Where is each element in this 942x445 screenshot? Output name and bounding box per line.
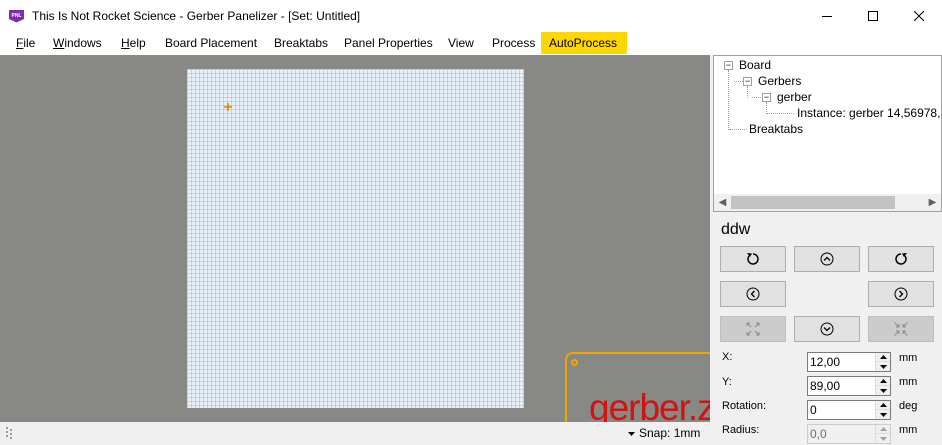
rotate-ccw-icon: [747, 253, 759, 265]
panel-canvas[interactable]: gerber.z: [0, 55, 710, 422]
menu-bar: File Windows Help Board Placement Breakt…: [0, 32, 942, 54]
move-left-button[interactable]: [720, 281, 786, 307]
minimize-button[interactable]: [804, 0, 850, 32]
scrollbar-thumb[interactable]: [731, 196, 895, 209]
gerber-instance[interactable]: gerber.z: [565, 352, 710, 422]
rotation-spinner[interactable]: [875, 401, 890, 419]
maximize-icon: [868, 11, 878, 21]
spin-up-icon[interactable]: [876, 425, 890, 434]
origin-crosshair-icon: [224, 103, 232, 111]
tree-node-gerbers[interactable]: Gerbers: [758, 73, 801, 89]
move-down-button[interactable]: [794, 316, 860, 342]
maximize-button[interactable]: [850, 0, 896, 32]
move-up-button[interactable]: [794, 246, 860, 272]
spin-down-icon[interactable]: [876, 410, 890, 419]
panel-board[interactable]: [187, 69, 524, 408]
rotate-cw-button[interactable]: [868, 246, 934, 272]
rotate-cw-icon: [895, 253, 907, 265]
grip-icon[interactable]: [6, 427, 14, 439]
rotation-input[interactable]: 0: [807, 400, 891, 420]
move-right-button[interactable]: [868, 281, 934, 307]
menu-help[interactable]: Help: [113, 32, 154, 54]
arrow-up-icon: [820, 252, 834, 266]
rotation-label: Rotation:: [722, 400, 767, 412]
collapse-icon: [894, 322, 908, 336]
menu-board-placement[interactable]: Board Placement: [157, 32, 265, 54]
y-unit: mm: [899, 376, 918, 388]
arrow-left-icon: [746, 287, 760, 301]
menu-windows[interactable]: Windows: [45, 32, 110, 54]
close-button[interactable]: [896, 0, 942, 32]
x-label: X:: [722, 351, 733, 363]
radius-value: 0,0: [810, 427, 827, 441]
tree-line: [747, 86, 748, 98]
title-bar: PNL This Is Not Rocket Science - Gerber …: [0, 0, 942, 32]
collapse-icon[interactable]: −: [762, 93, 771, 102]
collapse-button[interactable]: [868, 316, 934, 342]
mounting-hole-icon: [571, 359, 578, 366]
spin-down-icon[interactable]: [876, 386, 890, 395]
rotation-value: 0: [810, 403, 817, 417]
scroll-left-icon[interactable]: ◀: [714, 194, 731, 211]
tree-line: [766, 113, 794, 114]
spin-up-icon[interactable]: [876, 377, 890, 386]
radius-spinner[interactable]: [875, 425, 890, 443]
radius-input[interactable]: 0,0: [807, 424, 891, 444]
menu-view[interactable]: View: [440, 32, 482, 54]
dropdown-caret-icon: [628, 431, 635, 436]
x-spinner[interactable]: [875, 353, 890, 371]
arrow-right-icon: [894, 287, 908, 301]
tree-node-breaktabs[interactable]: Breaktabs: [749, 121, 803, 137]
menu-process[interactable]: Process: [484, 32, 543, 54]
arrow-down-icon: [820, 322, 834, 336]
y-label: Y:: [722, 376, 732, 388]
tree-line: [752, 97, 761, 98]
tree-line: [734, 81, 743, 82]
rotation-unit: deg: [899, 400, 918, 412]
selected-instance-name: ddw: [721, 221, 751, 238]
tree-line: [728, 70, 729, 130]
y-spinner[interactable]: [875, 377, 890, 395]
snap-label: Snap: 1mm: [639, 426, 701, 440]
menu-breaktabs[interactable]: Breaktabs: [266, 32, 336, 54]
menu-file[interactable]: File: [8, 32, 43, 54]
tree-node-board[interactable]: Board: [739, 57, 771, 73]
properties-panel: − Board − Gerbers − gerber Instance: ger…: [710, 55, 942, 445]
window-title: This Is Not Rocket Science - Gerber Pane…: [32, 9, 361, 23]
board-tree[interactable]: − Board − Gerbers − gerber Instance: ger…: [713, 55, 942, 212]
spin-down-icon[interactable]: [876, 362, 890, 371]
menu-panel-properties[interactable]: Panel Properties: [336, 32, 441, 54]
radius-label: Radius:: [722, 424, 760, 436]
svg-text:PNL: PNL: [12, 13, 22, 19]
collapse-icon[interactable]: −: [743, 77, 752, 86]
minimize-icon: [822, 16, 832, 17]
radius-unit: mm: [899, 424, 918, 436]
gerber-instance-label: gerber.z: [589, 387, 710, 422]
x-input[interactable]: 12,00: [807, 352, 891, 372]
tree-node-instance[interactable]: Instance: gerber 14,56978,87,: [797, 105, 941, 121]
collapse-icon[interactable]: −: [724, 61, 733, 70]
app-logo-icon: PNL: [9, 10, 24, 23]
expand-icon: [746, 322, 760, 336]
tree-line: [729, 129, 747, 130]
rotate-ccw-button[interactable]: [720, 246, 786, 272]
y-input[interactable]: 89,00: [807, 376, 891, 396]
x-value: 12,00: [810, 355, 841, 369]
snap-dropdown[interactable]: Snap: 1mm: [628, 426, 700, 440]
spin-down-icon[interactable]: [876, 434, 890, 443]
status-bar: Snap: 1mm: [0, 422, 710, 445]
spin-up-icon[interactable]: [876, 401, 890, 410]
menu-autoprocess[interactable]: AutoProcess: [541, 32, 627, 54]
tree-node-gerber[interactable]: gerber: [777, 89, 812, 105]
tree-horizontal-scrollbar[interactable]: ◀ ▶: [714, 194, 941, 211]
close-icon: [914, 11, 924, 21]
expand-button[interactable]: [720, 316, 786, 342]
scroll-right-icon[interactable]: ▶: [924, 194, 941, 211]
x-unit: mm: [899, 352, 918, 364]
y-value: 89,00: [810, 379, 841, 393]
spin-up-icon[interactable]: [876, 353, 890, 362]
